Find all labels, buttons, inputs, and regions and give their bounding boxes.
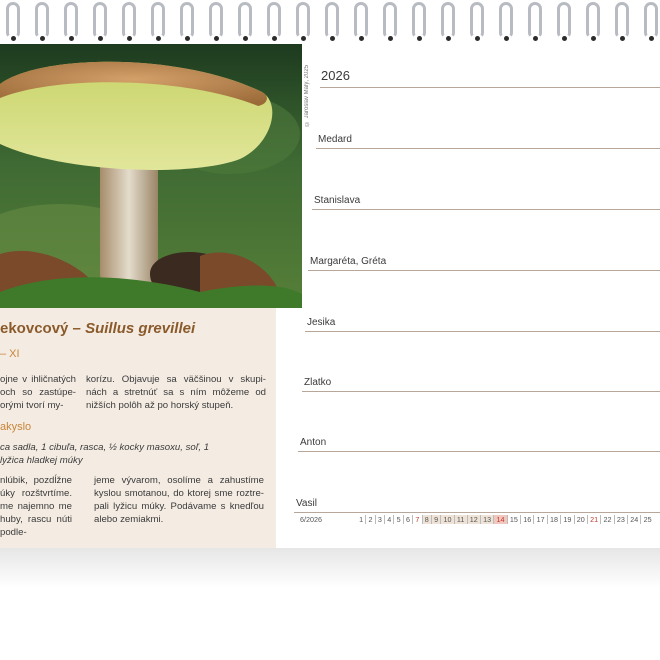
spiral-ring xyxy=(412,2,426,41)
day-name-6: Anton xyxy=(300,437,327,448)
spiral-ring xyxy=(441,2,455,41)
month-strip-day[interactable]: 9 xyxy=(430,515,441,524)
day-name-4: Jesika xyxy=(307,317,336,328)
spiral-ring xyxy=(557,2,571,41)
month-strip-day[interactable]: 25 xyxy=(640,515,653,524)
spiral-ring xyxy=(238,2,252,41)
spiral-ring xyxy=(325,2,339,41)
month-strip-day[interactable]: 18 xyxy=(546,515,560,524)
spiral-ring xyxy=(586,2,600,41)
month-strip-day[interactable]: 19 xyxy=(560,515,573,524)
month-strip: 6/2026 1 2 3 4 5 6 7 8 9 10 11 12 13 14 15 16 17 18 19 20 21… xyxy=(300,515,660,527)
month-strip-day[interactable]: 15 xyxy=(506,515,520,524)
spiral-ring xyxy=(267,2,281,41)
month-strip-day[interactable]: 1 xyxy=(357,515,365,524)
spiral-ring xyxy=(644,2,658,41)
month-strip-day[interactable]: 6 xyxy=(402,515,412,524)
day-line-7[interactable] xyxy=(294,512,660,513)
spiral-ring xyxy=(354,2,368,41)
month-strip-day[interactable]: 24 xyxy=(627,515,640,524)
spiral-ring xyxy=(499,2,513,41)
day-line-3[interactable] xyxy=(308,270,660,271)
day-name-3: Margaréta, Gréta xyxy=(310,256,387,267)
spiral-ring xyxy=(383,2,397,41)
month-strip-day[interactable]: 16 xyxy=(520,515,533,524)
month-strip-day[interactable]: 14 xyxy=(493,515,507,524)
spiral-ring xyxy=(528,2,542,41)
spiral-ring xyxy=(93,2,107,41)
spiral-ring xyxy=(6,2,20,41)
month-strip-day[interactable]: 13 xyxy=(479,515,494,524)
month-strip-day[interactable]: 8 xyxy=(421,515,431,524)
month-strip-day[interactable]: 5 xyxy=(393,515,402,524)
day-name-5: Zlatko xyxy=(304,377,332,388)
day-name-1: Medard xyxy=(318,134,352,145)
month-strip-day[interactable]: 10 xyxy=(440,515,454,524)
day-line-2[interactable] xyxy=(312,209,660,210)
month-strip-day[interactable]: 12 xyxy=(466,515,480,524)
day-line-6[interactable] xyxy=(298,451,660,452)
spiral-ring xyxy=(151,2,165,41)
spiral-ring xyxy=(180,2,194,41)
month-strip-day[interactable]: 23 xyxy=(613,515,627,524)
day-name-7: Vasil xyxy=(296,498,317,509)
spiral-ring xyxy=(209,2,223,41)
day-line-1[interactable] xyxy=(316,148,660,149)
month-strip-label: 6/2026 xyxy=(300,515,322,524)
day-name-2: Stanislava xyxy=(314,195,361,206)
week-days: 2026 Medard Stanislava Margaréta, Gréta … xyxy=(0,44,660,548)
month-strip-day[interactable]: 4 xyxy=(384,515,393,524)
spiral-ring xyxy=(35,2,49,41)
month-strip-day[interactable]: 11 xyxy=(453,515,467,524)
spiral-ring xyxy=(470,2,484,41)
month-strip-day[interactable]: 7 xyxy=(412,515,421,524)
year-line xyxy=(320,87,660,88)
spiral-ring xyxy=(122,2,136,41)
month-strip-day[interactable]: 21 xyxy=(586,515,600,524)
month-strip-day[interactable]: 20 xyxy=(573,515,587,524)
desk-shadow xyxy=(0,548,660,588)
spiral-ring xyxy=(615,2,629,41)
year-label: 2026 xyxy=(321,68,350,83)
day-line-4[interactable] xyxy=(305,331,660,332)
spiral-ring xyxy=(296,2,310,41)
spiral-ring xyxy=(64,2,78,41)
calendar-page: © Jaroslav Malý, 2025 ekovcový – Suillus… xyxy=(0,44,660,548)
month-strip-day[interactable]: 22 xyxy=(600,515,613,524)
month-strip-day[interactable]: 17 xyxy=(533,515,546,524)
day-line-5[interactable] xyxy=(302,391,660,392)
month-strip-day[interactable]: 2 xyxy=(365,515,374,524)
spiral-binding xyxy=(0,0,660,44)
month-strip-day[interactable]: 3 xyxy=(374,515,384,524)
